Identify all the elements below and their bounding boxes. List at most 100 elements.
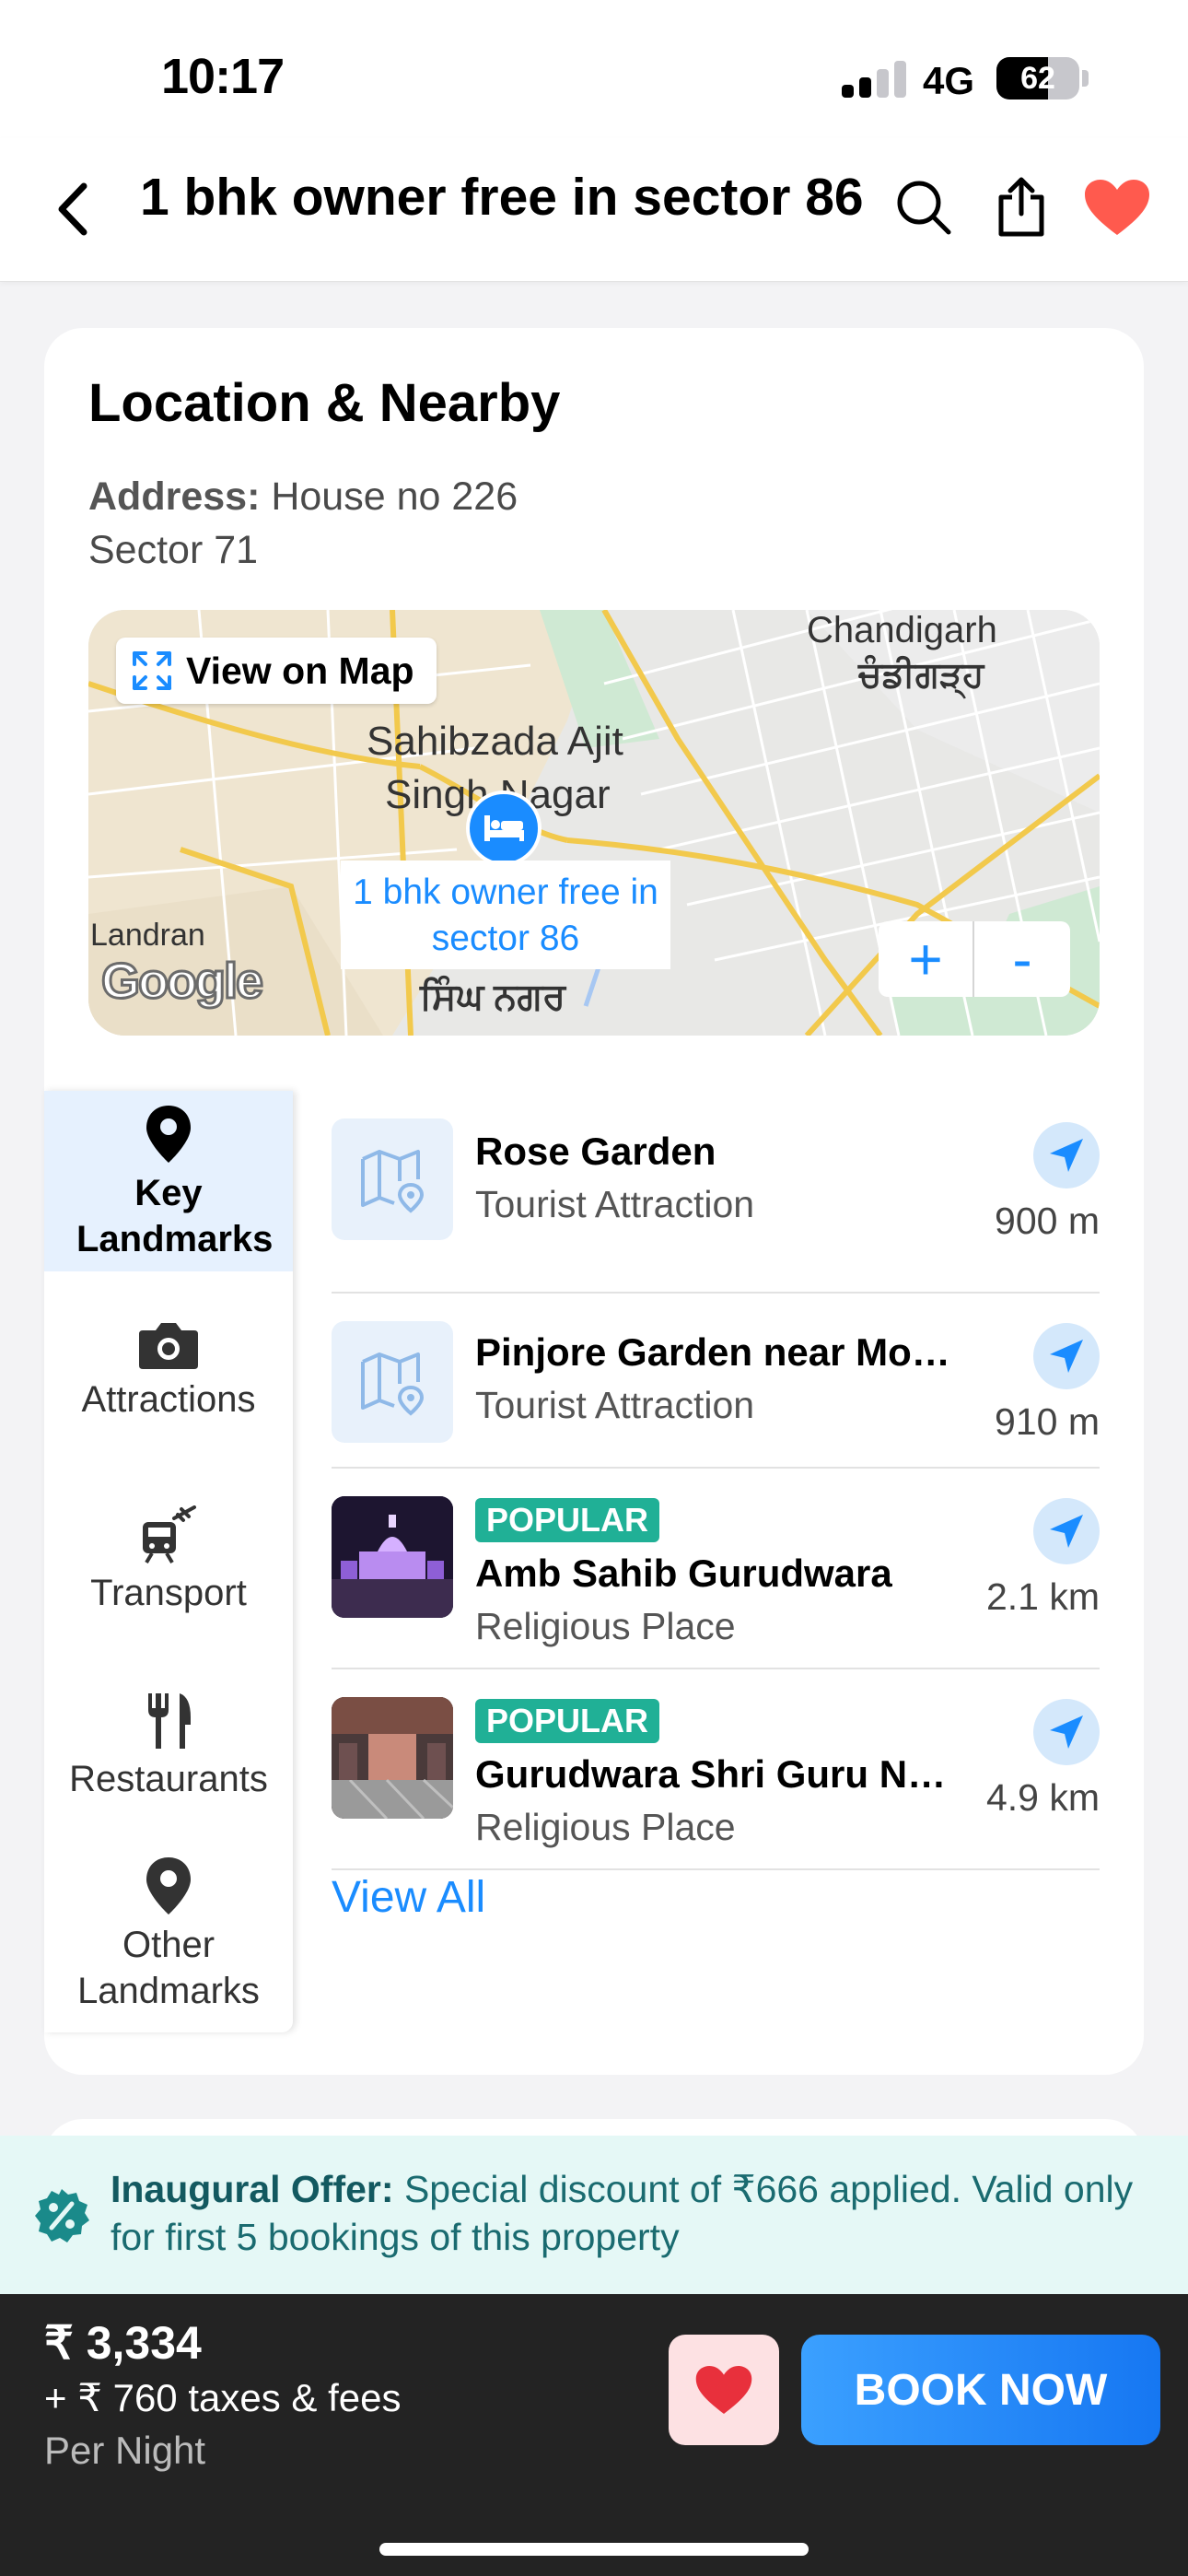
offer-banner: Inaugural Offer: Special discount of ₹66…	[0, 2136, 1188, 2294]
home-indicator	[379, 2543, 809, 2556]
fork-knife-icon	[148, 1693, 191, 1749]
tab-label: Transport	[90, 1573, 247, 1613]
map-property-label: 1 bhk owner free in sector 86	[341, 861, 670, 969]
tab-label: Attractions	[81, 1379, 256, 1420]
landmark-category: Tourist Attraction	[475, 1384, 755, 1426]
bed-icon	[484, 815, 524, 841]
zoom-out-button[interactable]: -	[974, 921, 1070, 997]
chevron-left-icon	[58, 182, 87, 236]
view-on-map-button[interactable]: View on Map	[116, 638, 437, 704]
landmark-name: Pinjore Garden near Mohali	[475, 1330, 954, 1374]
map-zoom-controls: + -	[879, 921, 1070, 997]
google-logo: Google	[100, 953, 265, 1011]
price: ₹ 3,334	[44, 2317, 202, 2369]
directions-button[interactable]	[1033, 1122, 1100, 1188]
location-card: Location & Nearby Address: House no 226 …	[44, 328, 1144, 2075]
share-button[interactable]	[980, 166, 1063, 249]
landmark-item[interactable]: Pinjore Garden near Mohali Tourist Attra…	[332, 1294, 1100, 1469]
navigate-arrow-icon	[1050, 1515, 1083, 1548]
address-label: Address:	[88, 474, 261, 519]
popular-badge: POPULAR	[475, 1498, 660, 1542]
map-preview[interactable]: Chandigarh ਚੰਡੀਗੜ੍ਹ Sahibzada Ajit Singh…	[88, 610, 1100, 1036]
location-pin-icon	[146, 1857, 191, 1914]
view-on-map-label: View on Map	[186, 649, 414, 692]
tab-other-landmarks[interactable]: Other Landmarks	[44, 1856, 293, 2014]
map-city-label: Chandigarh	[807, 610, 997, 650]
map-area-label-1: Sahibzada Ajit	[367, 719, 623, 764]
landmark-category: Religious Place	[475, 1806, 736, 1848]
section-title: Location & Nearby	[88, 373, 561, 433]
map-marker-icon	[361, 1352, 425, 1416]
navigate-arrow-icon	[1050, 1715, 1083, 1749]
battery-percentage: 62	[1020, 60, 1055, 96]
address-line-2: Sector 71	[88, 528, 259, 572]
popular-badge: POPULAR	[475, 1699, 660, 1743]
landmark-category: Tourist Attraction	[475, 1183, 755, 1225]
landmark-item[interactable]: POPULAR Amb Sahib Gurudwara Religious Pl…	[332, 1469, 1100, 1669]
booking-bar: ₹ 3,334 + ₹ 760 taxes & fees Per Night B…	[0, 2294, 1188, 2576]
heart-icon	[695, 2366, 752, 2414]
landmark-map-icon-tile	[332, 1118, 453, 1240]
landmark-category-tabs: Key Landmarks Attractions Transport Rest…	[44, 1091, 293, 2032]
camera-icon	[139, 1323, 198, 1369]
landmark-category: Religious Place	[475, 1605, 736, 1647]
landmark-name: Rose Garden	[475, 1130, 716, 1173]
address: Address: House no 226 Sector 71	[88, 470, 518, 577]
expand-icon	[133, 651, 171, 690]
status-bar: 10:17 4G 62	[0, 0, 1188, 138]
tab-label: Other Landmarks	[77, 1925, 260, 2011]
map-city-label-punjabi: ਚੰਡੀਗੜ੍ਹ	[858, 656, 984, 695]
network-label: 4G	[923, 59, 975, 102]
favorite-button[interactable]	[1076, 166, 1159, 249]
tab-restaurants[interactable]: Restaurants	[44, 1692, 293, 1802]
landmark-item[interactable]: Rose Garden Tourist Attraction 900 m	[332, 1118, 1100, 1294]
share-icon	[998, 177, 1044, 237]
zoom-in-button[interactable]: +	[879, 921, 974, 997]
landmark-photo	[332, 1697, 453, 1819]
search-icon	[897, 181, 951, 235]
book-now-button[interactable]: BOOK NOW	[801, 2335, 1160, 2445]
battery-cap	[1082, 70, 1089, 87]
search-button[interactable]	[882, 166, 965, 249]
map-marker-icon	[361, 1150, 425, 1213]
app-header: 1 bhk owner free in sector 86	[0, 138, 1188, 282]
landmark-distance: 900 m	[995, 1200, 1100, 1242]
gurudwara-interior-photo-icon	[332, 1697, 453, 1819]
tab-transport[interactable]: Transport	[44, 1505, 293, 1616]
landmark-map-icon-tile	[332, 1321, 453, 1443]
directions-button[interactable]	[1033, 1498, 1100, 1564]
map-village-label: Landran	[90, 918, 205, 953]
heart-icon	[1085, 180, 1149, 235]
directions-button[interactable]	[1033, 1699, 1100, 1765]
tab-key-landmarks[interactable]: Key Landmarks	[44, 1091, 293, 1271]
wishlist-button[interactable]	[669, 2335, 779, 2445]
gurudwara-photo-icon	[332, 1496, 453, 1618]
taxes-and-fees: + ₹ 760 taxes & fees	[44, 2376, 402, 2419]
battery-icon: 62	[996, 57, 1079, 100]
landmark-name: Amb Sahib Gurudwara	[475, 1551, 892, 1595]
landmark-distance: 2.1 km	[985, 1575, 1100, 1618]
discount-badge-icon	[35, 2189, 89, 2242]
property-map-pin[interactable]	[466, 790, 542, 866]
landmark-photo	[332, 1496, 453, 1618]
landmark-item[interactable]: POPULAR Gurudwara Shri Guru Nan... Relig…	[332, 1669, 1100, 1870]
train-plane-icon	[143, 1505, 196, 1564]
tab-label: Restaurants	[69, 1759, 268, 1799]
navigate-arrow-icon	[1050, 1340, 1083, 1373]
offer-label: Inaugural Offer:	[111, 2168, 394, 2210]
signal-icon	[842, 59, 906, 98]
landmark-distance: 4.9 km	[985, 1776, 1100, 1819]
navigate-arrow-icon	[1050, 1139, 1083, 1172]
landmark-distance: 910 m	[995, 1400, 1100, 1443]
directions-button[interactable]	[1033, 1323, 1100, 1389]
page-title: 1 bhk owner free in sector 86	[140, 168, 864, 227]
tab-attractions[interactable]: Attractions	[44, 1319, 293, 1423]
tab-label: Key Landmarks	[76, 1173, 274, 1259]
landmark-name: Gurudwara Shri Guru Nan...	[475, 1752, 954, 1796]
view-all-link[interactable]: View All	[332, 1872, 485, 1923]
address-line-1: House no 226	[271, 474, 518, 519]
back-button[interactable]	[41, 168, 105, 251]
offer-text: Inaugural Offer: Special discount of ₹66…	[111, 2165, 1142, 2261]
status-time: 10:17	[161, 49, 285, 104]
map-area-label-punjabi: ਸਿੰਘ ਨਗਰ	[420, 977, 566, 1017]
